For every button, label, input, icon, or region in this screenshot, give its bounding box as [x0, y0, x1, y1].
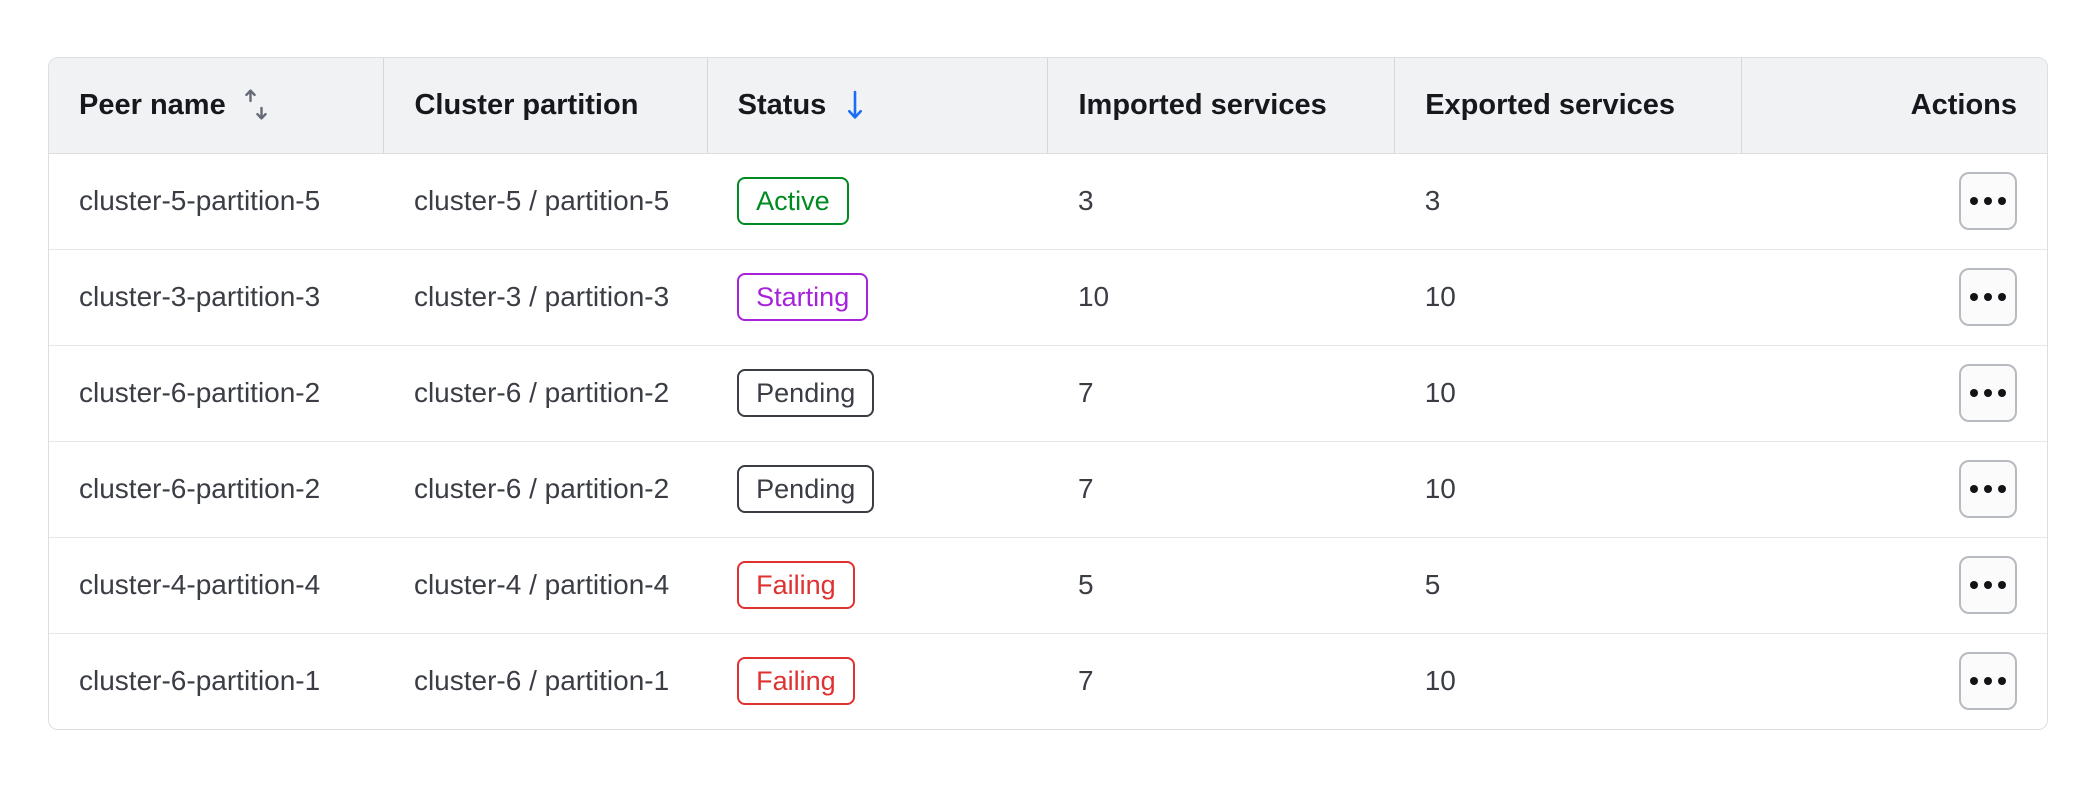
table-header-row: Peer name — [49, 58, 2047, 153]
ellipsis-dot-icon — [1984, 677, 1992, 685]
ellipsis-dot-icon — [1970, 293, 1978, 301]
cell-cluster-partition: cluster-6 / partition-2 — [384, 441, 707, 537]
cell-imported-services: 7 — [1048, 441, 1395, 537]
column-header-exported-services[interactable]: Exported services — [1395, 58, 1742, 153]
cell-peer-name: cluster-6-partition-2 — [49, 441, 384, 537]
cell-cluster-partition: cluster-6 / partition-2 — [384, 345, 707, 441]
ellipsis-dot-icon — [1984, 485, 1992, 493]
cell-cluster-partition: cluster-6 / partition-1 — [384, 633, 707, 729]
ellipsis-dot-icon — [1970, 485, 1978, 493]
ellipsis-dot-icon — [1998, 293, 2006, 301]
status-badge: Pending — [737, 369, 874, 417]
column-header-peer-name[interactable]: Peer name — [49, 58, 384, 153]
peers-table-card: Peer name — [48, 57, 2048, 730]
cell-peer-name: cluster-6-partition-1 — [49, 633, 384, 729]
column-header-peer-name-label: Peer name — [79, 89, 226, 122]
row-actions-menu-button[interactable] — [1959, 460, 2017, 518]
peers-table-page: Peer name — [0, 0, 2096, 808]
cell-actions — [1741, 441, 2047, 537]
ellipsis-dot-icon — [1970, 581, 1978, 589]
cell-status: Pending — [707, 441, 1048, 537]
column-header-imported-services-label: Imported services — [1078, 89, 1326, 122]
table-row[interactable]: cluster-6-partition-1 cluster-6 / partit… — [49, 633, 2047, 729]
cell-actions — [1741, 345, 2047, 441]
status-badge: Starting — [737, 273, 868, 321]
sort-arrow-down-icon[interactable] — [842, 88, 868, 122]
ellipsis-dot-icon — [1970, 197, 1978, 205]
row-actions-menu-button[interactable] — [1959, 364, 2017, 422]
ellipsis-dot-icon — [1984, 293, 1992, 301]
column-header-actions-label: Actions — [1911, 89, 2017, 122]
cell-exported-services: 5 — [1395, 537, 1742, 633]
column-header-status-label: Status — [738, 89, 827, 122]
cell-cluster-partition: cluster-3 / partition-3 — [384, 249, 707, 345]
cell-imported-services: 3 — [1048, 153, 1395, 249]
cell-imported-services: 10 — [1048, 249, 1395, 345]
column-header-actions: Actions — [1741, 58, 2047, 153]
sort-both-arrows-icon[interactable] — [242, 88, 272, 122]
cell-exported-services: 10 — [1395, 345, 1742, 441]
cell-peer-name: cluster-3-partition-3 — [49, 249, 384, 345]
table-header: Peer name — [49, 58, 2047, 153]
cell-imported-services: 7 — [1048, 633, 1395, 729]
peers-table: Peer name — [49, 58, 2047, 729]
cell-peer-name: cluster-6-partition-2 — [49, 345, 384, 441]
cell-status: Pending — [707, 345, 1048, 441]
table-body: cluster-5-partition-5 cluster-5 / partit… — [49, 153, 2047, 729]
column-header-status[interactable]: Status — [707, 58, 1048, 153]
cell-exported-services: 10 — [1395, 441, 1742, 537]
cell-status: Failing — [707, 633, 1048, 729]
status-badge: Failing — [737, 561, 855, 609]
cell-actions — [1741, 249, 2047, 345]
ellipsis-dot-icon — [1984, 197, 1992, 205]
status-badge: Failing — [737, 657, 855, 705]
status-badge: Pending — [737, 465, 874, 513]
row-actions-menu-button[interactable] — [1959, 556, 2017, 614]
ellipsis-dot-icon — [1970, 677, 1978, 685]
ellipsis-dot-icon — [1998, 581, 2006, 589]
cell-status: Failing — [707, 537, 1048, 633]
cell-exported-services: 10 — [1395, 633, 1742, 729]
column-header-cluster-partition[interactable]: Cluster partition — [384, 58, 707, 153]
cell-peer-name: cluster-5-partition-5 — [49, 153, 384, 249]
cell-exported-services: 3 — [1395, 153, 1742, 249]
cell-cluster-partition: cluster-4 / partition-4 — [384, 537, 707, 633]
cell-actions — [1741, 537, 2047, 633]
column-header-cluster-partition-label: Cluster partition — [414, 89, 638, 122]
table-row[interactable]: cluster-3-partition-3 cluster-3 / partit… — [49, 249, 2047, 345]
row-actions-menu-button[interactable] — [1959, 172, 2017, 230]
ellipsis-dot-icon — [1998, 389, 2006, 397]
cell-actions — [1741, 153, 2047, 249]
ellipsis-dot-icon — [1998, 677, 2006, 685]
cell-peer-name: cluster-4-partition-4 — [49, 537, 384, 633]
ellipsis-dot-icon — [1998, 197, 2006, 205]
ellipsis-dot-icon — [1998, 485, 2006, 493]
table-row[interactable]: cluster-4-partition-4 cluster-4 / partit… — [49, 537, 2047, 633]
cell-cluster-partition: cluster-5 / partition-5 — [384, 153, 707, 249]
ellipsis-dot-icon — [1984, 581, 1992, 589]
cell-imported-services: 7 — [1048, 345, 1395, 441]
row-actions-menu-button[interactable] — [1959, 652, 2017, 710]
cell-actions — [1741, 633, 2047, 729]
column-header-exported-services-label: Exported services — [1425, 89, 1675, 122]
table-row[interactable]: cluster-6-partition-2 cluster-6 / partit… — [49, 441, 2047, 537]
row-actions-menu-button[interactable] — [1959, 268, 2017, 326]
ellipsis-dot-icon — [1984, 389, 1992, 397]
table-row[interactable]: cluster-5-partition-5 cluster-5 / partit… — [49, 153, 2047, 249]
cell-status: Active — [707, 153, 1048, 249]
cell-status: Starting — [707, 249, 1048, 345]
status-badge: Active — [737, 177, 849, 225]
cell-exported-services: 10 — [1395, 249, 1742, 345]
column-header-imported-services[interactable]: Imported services — [1048, 58, 1395, 153]
cell-imported-services: 5 — [1048, 537, 1395, 633]
ellipsis-dot-icon — [1970, 389, 1978, 397]
table-row[interactable]: cluster-6-partition-2 cluster-6 / partit… — [49, 345, 2047, 441]
